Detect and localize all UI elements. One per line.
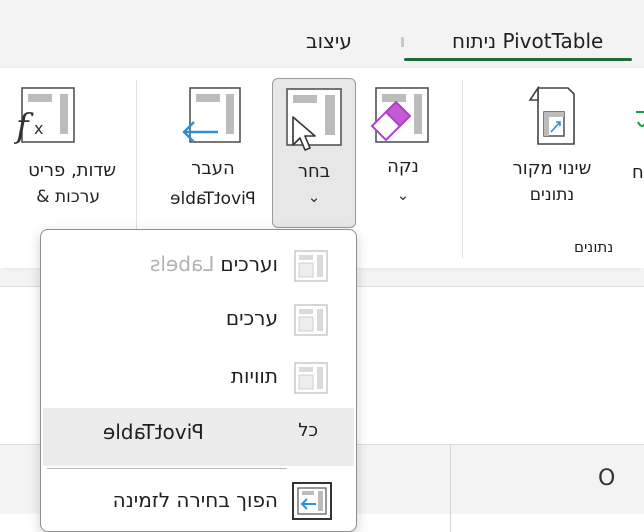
refresh-label-clipped: ח [632, 162, 644, 183]
select-button[interactable]: בחר ⌄ [272, 78, 356, 228]
active-tab-indicator [404, 58, 632, 61]
change-source-label: שינוי מקור [512, 158, 592, 179]
tab-pivottable-analyze[interactable]: ניתוח PivotTable [452, 24, 603, 58]
values-icon [294, 304, 328, 336]
select-dropdown-menu: וערכים Labels ערכים תוויות PivotTable כל… [40, 229, 357, 532]
fields-sublabel: & ערכות [36, 187, 100, 207]
chevron-down-icon: ⌄ [396, 186, 410, 204]
menu-item-labels-and-values[interactable]: וערכים Labels [43, 242, 354, 290]
fields-function-icon: ƒ x [14, 87, 75, 147]
menu-item-label: ערכים [225, 306, 278, 330]
ribbon-tab-bar: ניתוח PivotTable עיצוב [0, 0, 644, 68]
enable-selection-icon [292, 482, 332, 520]
select-pointer-icon [286, 88, 342, 151]
column-separator [450, 444, 451, 532]
clear-button[interactable]: נקה ⌄ [370, 86, 436, 204]
menu-item-label: הפוך בחירה לזמינה [112, 488, 278, 512]
change-source-icon [528, 86, 575, 145]
menu-item-entire-pivottable[interactable]: PivotTable כל [43, 408, 354, 466]
ribbon-group-separator [462, 80, 463, 258]
refresh-icon [636, 111, 644, 127]
change-data-source-button[interactable]: שינוי מקור נתונים [500, 86, 604, 208]
move-arrow-icon [182, 87, 241, 143]
refresh-button-clipped[interactable] [634, 108, 644, 138]
column-header-O[interactable]: O [598, 466, 615, 491]
menu-item-labels[interactable]: תוויות [43, 354, 354, 402]
menu-item-label: תוויות [230, 364, 278, 388]
tab-design[interactable]: עיצוב [306, 24, 352, 58]
select-label: בחר [297, 161, 331, 182]
chevron-down-icon: ⌄ [307, 188, 321, 206]
move-sublabel: PivotTable [170, 189, 256, 209]
data-group-label: נתונים [574, 238, 614, 256]
move-label: העבר [191, 158, 235, 179]
menu-separator [47, 468, 287, 469]
move-pivottable-button[interactable]: העבר PivotTable [154, 86, 272, 212]
labels-icon [294, 362, 328, 394]
menu-item-label: PivotTable [103, 420, 204, 444]
menu-item-shortcut: כל [298, 420, 318, 441]
menu-item-label: וערכים Labels [149, 252, 278, 276]
menu-item-values[interactable]: ערכים [43, 296, 354, 344]
fields-label: שדות, פריט [28, 160, 116, 181]
menu-item-enable-selection[interactable]: הפוך בחירה לזמינה [43, 478, 354, 526]
labels-values-icon [294, 250, 328, 282]
fields-items-sets-button[interactable]: ƒ x שדות, פריט & ערכות [0, 86, 120, 210]
tab-divider [401, 37, 404, 47]
clear-label: נקה [387, 156, 419, 177]
clear-eraser-icon [370, 87, 429, 143]
change-source-sublabel: נתונים [529, 185, 575, 205]
svg-text:x: x [34, 119, 43, 138]
